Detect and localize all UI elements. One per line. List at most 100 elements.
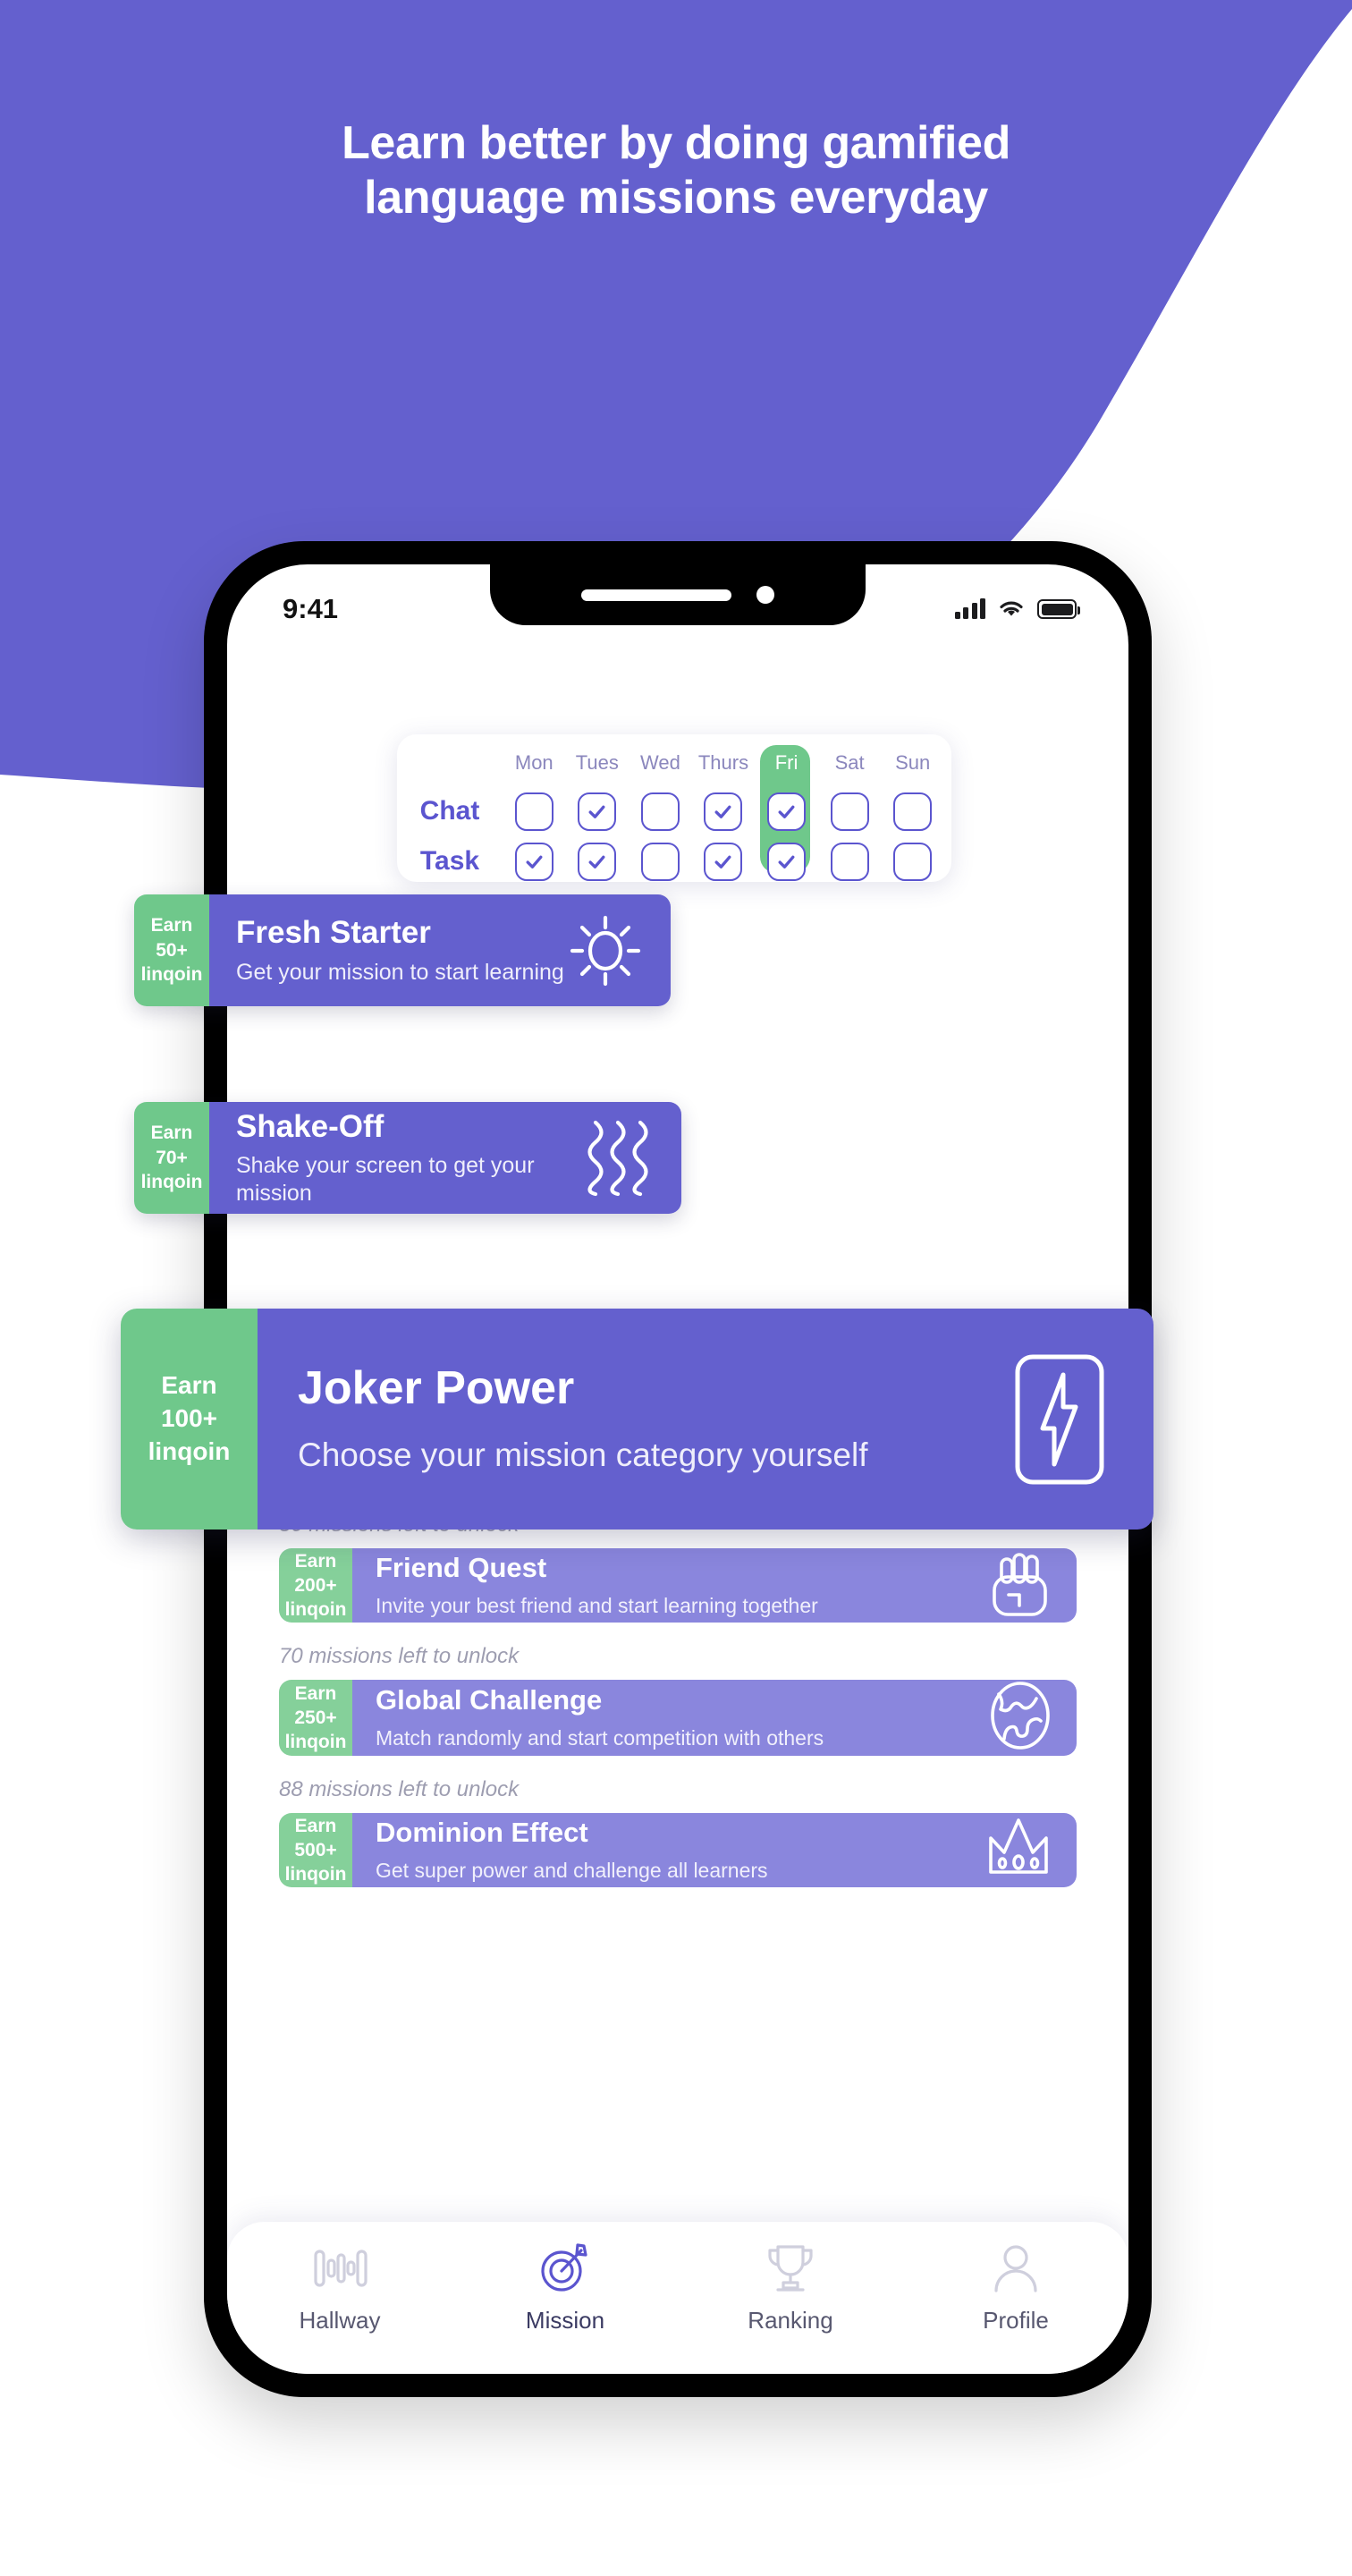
wifi-icon: [1000, 601, 1023, 616]
week-cell[interactable]: [881, 842, 944, 881]
checkbox-chat-wed[interactable]: [640, 792, 680, 831]
reward-badge: Earn 500+ linqoin: [279, 1813, 352, 1887]
badge-amount: 200+: [294, 1574, 337, 1596]
nav-item-label: Profile: [983, 2306, 1049, 2334]
week-cell[interactable]: [755, 792, 818, 831]
locked-mission-card-dominion-effect[interactable]: Earn 500+ linqoin Dominion Effect Get super …: [279, 1813, 1077, 1887]
badge-earn-label: Earn: [294, 1815, 337, 1836]
mission-description: Match randomly and start competition wit…: [376, 1726, 824, 1750]
checkbox-chat-thurs[interactable]: [704, 792, 743, 831]
mission-title: Shake-Off: [236, 1109, 384, 1144]
checkbox-task-wed[interactable]: [640, 842, 680, 881]
week-cell[interactable]: [503, 792, 566, 831]
week-tracker-card: Mon Tues Wed Thurs Fri Sat Sun Chat Task: [397, 734, 951, 882]
lightning-bolt-icon: [1006, 1352, 1113, 1487]
trophy-icon: [763, 2242, 818, 2294]
week-cell[interactable]: [818, 842, 882, 881]
week-day-thurs: Thurs: [697, 751, 749, 774]
battery-icon: [1037, 599, 1080, 619]
sun-icon: [567, 912, 644, 989]
nav-item-label: Mission: [525, 2306, 605, 2334]
week-cell[interactable]: [629, 842, 692, 881]
mission-card-body: Friend Quest Invite your best friend and …: [352, 1548, 1077, 1623]
mission-description: Shake your screen to get your mission: [236, 1153, 535, 1206]
week-cell[interactable]: [629, 792, 692, 831]
badge-amount: 100+: [160, 1404, 218, 1433]
checkbox-task-fri[interactable]: [767, 842, 807, 881]
mission-card-fresh-starter[interactable]: Earn 50+ linqoin Fresh Starter Get your …: [134, 894, 671, 1006]
badge-currency: linqoin: [140, 1172, 203, 1193]
nav-item-profile[interactable]: Profile: [903, 2242, 1128, 2334]
badge-earn-label: Earn: [294, 1550, 337, 1572]
checkbox-chat-sat[interactable]: [830, 792, 869, 831]
checkbox-chat-tues[interactable]: [578, 792, 617, 831]
mission-title: Fresh Starter: [236, 915, 431, 950]
unlock-requirement-text: 88 missions left to unlock: [279, 1777, 520, 1801]
mission-description: Get your mission to start learning: [236, 960, 564, 985]
reward-badge: Earn 100+ linqoin: [121, 1309, 258, 1530]
person-icon: [988, 2242, 1044, 2294]
badge-amount: 50+: [156, 939, 188, 961]
week-cell[interactable]: [692, 792, 756, 831]
week-cell[interactable]: [881, 792, 944, 831]
week-row-label-task: Task: [419, 846, 480, 876]
nav-item-hallway[interactable]: Hallway: [227, 2242, 452, 2334]
mission-card-body: Fresh Starter Get your mission to start …: [209, 894, 671, 1006]
locked-mission-card-global-challenge[interactable]: Earn 250+ linqoin Global Challenge Match ran…: [279, 1680, 1077, 1756]
checkbox-task-sat[interactable]: [830, 842, 869, 881]
checkbox-chat-mon[interactable]: [514, 792, 553, 831]
target-dart-icon: [537, 2242, 593, 2294]
mission-description: Get super power and challenge all learne…: [376, 1859, 768, 1883]
checkbox-task-thurs[interactable]: [704, 842, 743, 881]
week-cell[interactable]: [692, 842, 756, 881]
week-cell[interactable]: [566, 792, 630, 831]
wavy-lines-icon: [581, 1117, 655, 1199]
reward-badge: Earn 70+ linqoin: [134, 1102, 209, 1214]
nav-item-mission[interactable]: Mission: [452, 2242, 678, 2334]
mission-title: Joker Power: [298, 1362, 575, 1415]
badge-currency: linqoin: [140, 964, 203, 986]
reward-badge: Earn 200+ linqoin: [279, 1548, 352, 1623]
checkbox-task-tues[interactable]: [578, 842, 617, 881]
badge-amount: 250+: [294, 1707, 337, 1728]
week-tracker-grid: Mon Tues Wed Thurs Fri Sat Sun Chat Task: [397, 734, 951, 882]
week-day-tues: Tues: [575, 751, 619, 774]
locked-mission-group: 88 missions left to unlock Earn 500+ linqoi…: [279, 1777, 1077, 1887]
reward-badge: Earn 250+ linqoin: [279, 1680, 352, 1756]
headline-line-1: Learn better by doing gamified: [342, 117, 1010, 169]
locked-mission-card-friend-quest[interactable]: Earn 200+ linqoin Friend Quest Invite your b…: [279, 1548, 1077, 1623]
week-cell[interactable]: [503, 842, 566, 881]
unlock-requirement-text: 70 missions left to unlock: [279, 1644, 520, 1668]
mission-card-body: Dominion Effect Get super power and chall…: [352, 1813, 1077, 1887]
checkbox-task-mon[interactable]: [514, 842, 553, 881]
week-day-sun: Sun: [895, 751, 931, 774]
speaker-grille-icon: [581, 589, 731, 601]
week-day-fri: Fri: [774, 751, 799, 774]
mission-card-shake-off[interactable]: Earn 70+ linqoin Shake-Off Shake your sc…: [134, 1102, 681, 1214]
mission-description: Choose your mission category yourself: [298, 1436, 868, 1474]
badge-currency: linqoin: [284, 1599, 347, 1621]
badge-earn-label: Earn: [150, 914, 193, 936]
badge-amount: 70+: [156, 1147, 188, 1168]
week-day-wed: Wed: [640, 751, 680, 774]
week-cell[interactable]: [755, 842, 818, 881]
locked-mission-group: 70 missions left to unlock Earn 250+ linqoi…: [279, 1644, 1077, 1756]
week-cell[interactable]: [566, 842, 630, 881]
cellular-signal-icon: [954, 598, 985, 619]
badge-currency: linqoin: [148, 1436, 231, 1465]
mission-card-body: Global Challenge Match randomly and start…: [352, 1680, 1077, 1756]
status-time: 9:41: [283, 593, 339, 624]
mission-title: Friend Quest: [376, 1552, 547, 1584]
nav-item-ranking[interactable]: Ranking: [678, 2242, 903, 2334]
badge-earn-label: Earn: [161, 1371, 217, 1400]
checkbox-task-sun[interactable]: [893, 842, 933, 881]
week-cell[interactable]: [818, 792, 882, 831]
badge-currency: linqoin: [284, 1864, 347, 1885]
fist-hand-icon: [989, 1548, 1053, 1623]
checkbox-chat-sun[interactable]: [893, 792, 933, 831]
crown-icon: [984, 1813, 1053, 1887]
week-row-label-chat: Chat: [419, 796, 480, 826]
checkbox-chat-fri[interactable]: [767, 792, 807, 831]
bottom-navigation-bar: Hallway Mission Ranking Profile: [227, 2222, 1128, 2374]
mission-card-joker-power[interactable]: Earn 100+ linqoin Joker Power Choose you…: [121, 1309, 1153, 1530]
